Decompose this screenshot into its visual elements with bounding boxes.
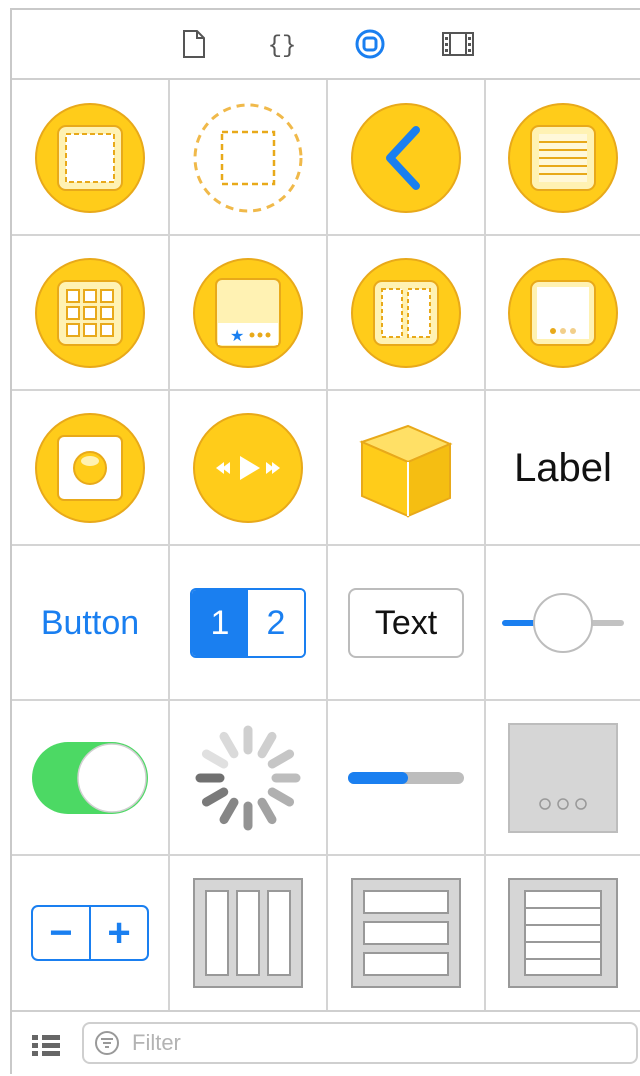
label-sample-text: Label [514, 445, 612, 490]
horizontal-stack-view-item[interactable] [170, 856, 326, 1010]
page-control-item[interactable] [486, 701, 640, 855]
label-item[interactable]: Label [486, 391, 640, 545]
page-view-controller-icon [508, 258, 618, 368]
stepper-sample: − + [31, 905, 149, 961]
object-item[interactable] [328, 391, 484, 545]
spinner-icon [195, 725, 301, 831]
switch-icon [32, 742, 148, 814]
avkit-player-view-controller-item[interactable] [170, 391, 326, 545]
object-library-icon[interactable] [353, 27, 387, 61]
storyboard-reference-item[interactable] [170, 80, 326, 235]
tab-bar-controller-icon: ★ [193, 258, 303, 368]
collection-view-controller-item[interactable] [12, 236, 168, 390]
media-playback-icon [193, 413, 303, 523]
vertical-stack-view-icon [351, 878, 461, 988]
glkit-view-controller-item[interactable] [12, 391, 168, 545]
vertical-stack-view-item[interactable] [328, 856, 484, 1010]
table-view-icon [508, 878, 618, 988]
object-library-panel: {} ★ Label Button 1 2 Text − + Filter [10, 8, 640, 1074]
text-field-sample: Text [348, 588, 464, 658]
split-view-controller-item[interactable] [328, 236, 484, 390]
stepper-minus: − [33, 907, 91, 959]
inspector-toolbar: {} [12, 10, 640, 80]
slider-icon [502, 593, 624, 653]
navigation-controller-item[interactable] [328, 80, 484, 235]
library-footer [12, 1010, 640, 1076]
chevron-left-icon [351, 102, 461, 213]
slider-item[interactable] [486, 546, 640, 700]
progress-bar-icon [348, 772, 464, 784]
view-controller-item[interactable] [12, 80, 168, 235]
page-control-icon [508, 723, 618, 833]
split-view-controller-icon [351, 258, 461, 368]
filter-field[interactable] [82, 1022, 638, 1064]
horizontal-stack-view-icon [193, 878, 303, 988]
table-view-controller-icon [508, 102, 618, 213]
list-view-toggle-icon[interactable] [30, 1032, 62, 1060]
table-view-item[interactable] [486, 856, 640, 1010]
segment-one: 1 [192, 590, 248, 656]
segment-two: 2 [248, 590, 304, 656]
filter-input[interactable] [130, 1029, 594, 1057]
collection-view-controller-icon [35, 258, 145, 368]
storyboard-reference-icon [193, 103, 303, 212]
switch-item[interactable] [12, 701, 168, 855]
segmented-control-item[interactable]: 1 2 [170, 546, 326, 700]
glkit-view-controller-icon [35, 413, 145, 523]
button-item[interactable]: Button [12, 546, 168, 700]
svg-text:★: ★ [230, 326, 244, 345]
tab-bar-controller-item[interactable]: ★ [170, 236, 326, 390]
text-field-sample-text: Text [374, 603, 438, 642]
activity-indicator-item[interactable] [170, 701, 326, 855]
quick-help-icon[interactable]: {} [265, 27, 299, 61]
button-sample-text: Button [40, 603, 140, 642]
view-controller-icon [35, 102, 145, 213]
file-inspector-icon[interactable] [177, 27, 211, 61]
stepper-item[interactable]: − + [12, 856, 168, 1010]
stepper-plus: + [107, 910, 131, 955]
media-library-icon[interactable] [441, 27, 475, 61]
svg-text:{}: {} [268, 33, 297, 59]
filter-icon [95, 1031, 119, 1055]
page-view-controller-item[interactable] [486, 236, 640, 390]
segmented-control-sample: 1 2 [190, 588, 306, 658]
text-field-item[interactable]: Text [328, 546, 484, 700]
table-view-controller-item[interactable] [486, 80, 640, 235]
progress-view-item[interactable] [328, 701, 484, 855]
cube-icon [359, 424, 453, 518]
